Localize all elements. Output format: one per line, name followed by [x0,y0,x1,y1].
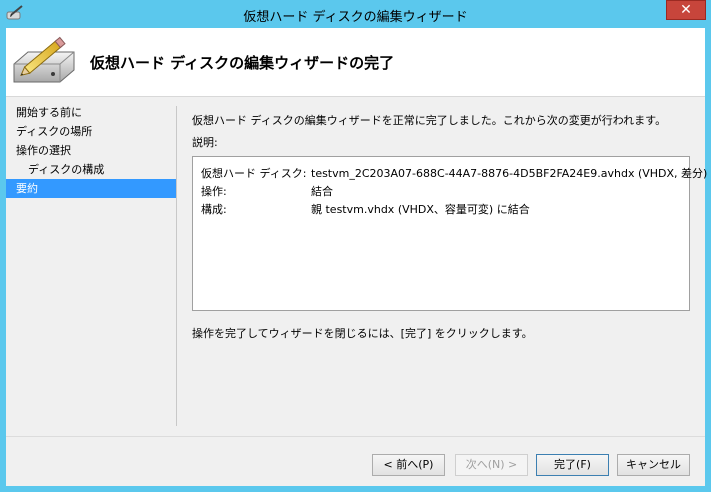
wizard-window: 仮想ハード ディスクの編集ウィザード ✕ 仮想ハード ディスクの編集ウィザードの… [0,0,711,492]
wizard-steps-nav: 開始する前に ディスクの場所 操作の選択 ディスクの構成 要約 [6,103,176,433]
summary-value: 親 testvm.vhdx (VHDX、容量可変) に結合 [311,203,530,216]
nav-divider [176,106,177,426]
button-area-separator [6,436,705,437]
description-label: 説明: [192,136,218,149]
nav-item-disk-location[interactable]: ディスクの場所 [6,122,176,141]
finish-button[interactable]: 完了(F) [536,454,609,476]
summary-key: 操作: [201,185,227,198]
wizard-header: 仮想ハード ディスクの編集ウィザードの完了 [6,28,705,97]
summary-key: 構成: [201,203,227,216]
summary-value: testvm_2C203A07-688C-44A7-8876-4D5BF2FA2… [311,167,708,180]
close-button[interactable]: ✕ [666,0,706,20]
summary-value: 結合 [311,185,333,198]
nav-item-before-you-begin[interactable]: 開始する前に [6,103,176,122]
finish-instruction: 操作を完了してウィザードを閉じるには、[完了] をクリックします。 [192,327,533,340]
window-title: 仮想ハード ディスクの編集ウィザード [243,10,468,25]
nav-item-summary[interactable]: 要約 [6,179,176,198]
page-title: 仮想ハード ディスクの編集ウィザードの完了 [90,54,395,72]
previous-button[interactable]: < 前へ(P) [372,454,445,476]
summary-key: 仮想ハード ディスク: [201,167,307,180]
nav-item-choose-action[interactable]: 操作の選択 [6,141,176,160]
next-button[interactable]: 次へ(N) > [455,454,528,476]
hard-disk-pencil-icon [13,36,75,83]
nav-item-configure-disk[interactable]: ディスクの構成 [6,160,176,179]
wizard-client-area: 仮想ハード ディスクの編集ウィザードの完了 開始する前に ディスクの場所 操作の… [6,28,707,486]
completion-message: 仮想ハード ディスクの編集ウィザードを正常に完了しました。これから次の変更が行わ… [192,114,667,127]
title-bar[interactable]: 仮想ハード ディスクの編集ウィザード ✕ [0,0,711,28]
summary-textbox[interactable]: 仮想ハード ディスク: testvm_2C203A07-688C-44A7-88… [192,156,707,311]
cancel-button[interactable]: キャンセル [617,454,690,476]
